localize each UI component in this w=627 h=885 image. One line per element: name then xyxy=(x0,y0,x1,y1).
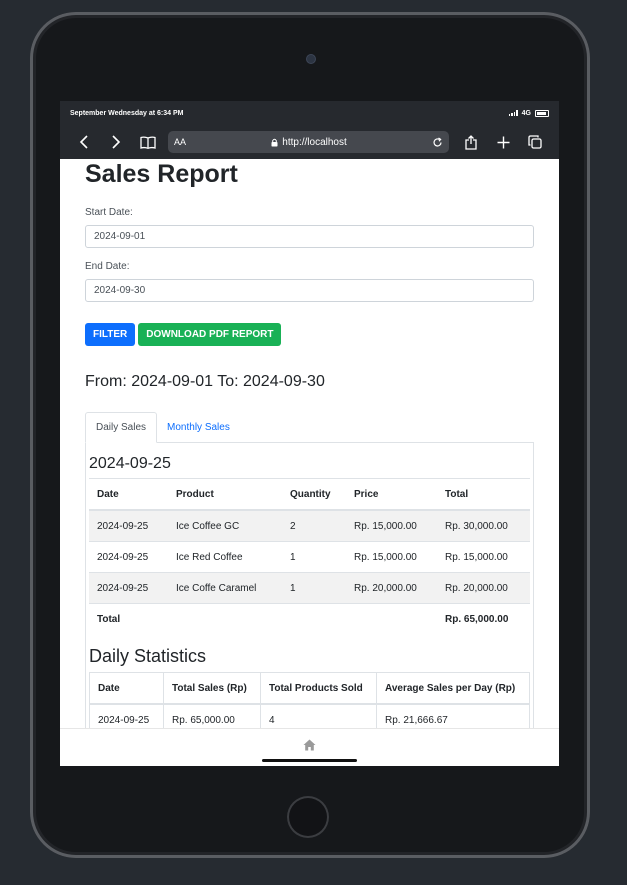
day-date-heading: 2024-09-25 xyxy=(89,455,171,472)
col-header-quantity: Quantity xyxy=(282,478,346,511)
daily-sales-table: Date Product Quantity Price Total 2024-0… xyxy=(89,478,530,634)
cell-quantity: 1 xyxy=(282,541,346,573)
address-bar[interactable]: AA http://localhost xyxy=(168,131,449,153)
signal-icon xyxy=(508,110,518,116)
home-button[interactable] xyxy=(287,796,329,838)
table-row: 2024-09-25 Rp. 65,000.00 4 Rp. 21,666.67 xyxy=(89,703,530,728)
forward-icon[interactable] xyxy=(100,129,132,155)
cell-product: Ice Coffe Caramel xyxy=(168,572,282,604)
tab-monthly-sales[interactable]: Monthly Sales xyxy=(157,412,240,442)
cell-total: Rp. 30,000.00 xyxy=(437,509,530,542)
battery-icon xyxy=(535,109,549,117)
home-icon[interactable] xyxy=(303,739,316,754)
lock-icon xyxy=(271,138,278,146)
col-header-product: Product xyxy=(168,478,282,511)
end-date-input[interactable]: 2024-09-30 xyxy=(85,279,534,302)
cell-quantity: 2 xyxy=(282,509,346,542)
stats-header-average: Average Sales per Day (Rp) xyxy=(376,672,530,705)
col-header-total: Total xyxy=(437,478,530,511)
status-time: September Wednesday at 6:34 PM xyxy=(70,109,184,117)
daily-sales-panel: 2024-09-25 Date Product Quantity Price T… xyxy=(85,443,534,728)
browser-toolbar: AA http://localhost xyxy=(60,125,559,159)
cell-date: 2024-09-25 xyxy=(89,572,168,604)
report-tabs: Daily Sales Monthly Sales xyxy=(85,412,534,443)
cell-product: Ice Red Coffee xyxy=(168,541,282,573)
book-icon[interactable] xyxy=(132,129,164,155)
plus-icon[interactable] xyxy=(487,129,519,155)
filter-button[interactable]: Filter xyxy=(85,323,136,346)
cell-total-sales: Rp. 65,000.00 xyxy=(163,703,261,728)
daily-statistics-heading: Daily Statistics xyxy=(89,646,207,666)
cell-price: Rp. 15,000.00 xyxy=(346,509,437,542)
back-icon[interactable] xyxy=(68,129,100,155)
stats-header-products-sold: Total Products Sold xyxy=(260,672,377,705)
total-row: Total Rp. 65,000.00 xyxy=(89,603,530,634)
share-icon[interactable] xyxy=(455,129,487,155)
stats-header-date: Date xyxy=(89,672,164,705)
cell-average: Rp. 21,666.67 xyxy=(376,703,530,728)
total-label: Total xyxy=(89,603,168,634)
table-row: 2024-09-25 Ice Coffe Caramel 1 Rp. 20,00… xyxy=(89,572,530,604)
total-value: Rp. 65,000.00 xyxy=(437,603,530,634)
page-title: Sales Report xyxy=(85,160,238,188)
browser-bottom-bar xyxy=(60,728,559,766)
cell-quantity: 1 xyxy=(282,572,346,604)
start-date-input[interactable]: 2024-09-01 xyxy=(85,225,534,248)
table-row: 2024-09-25 Ice Coffee GC 2 Rp. 15,000.00… xyxy=(89,509,530,542)
cell-price: Rp. 20,000.00 xyxy=(346,572,437,604)
screen: September Wednesday at 6:34 PM 4G AA htt… xyxy=(60,101,559,766)
cell-date: 2024-09-25 xyxy=(89,509,168,542)
cell-total: Rp. 15,000.00 xyxy=(437,541,530,573)
date-range-heading: From: 2024-09-01 To: 2024-09-30 xyxy=(85,373,325,390)
end-date-label: End Date: xyxy=(85,261,130,272)
network-label: 4G xyxy=(521,109,531,117)
web-content[interactable]: Sales Report Start Date: 2024-09-01 End … xyxy=(60,159,559,728)
col-header-date: Date xyxy=(89,478,168,511)
cell-date: 2024-09-25 xyxy=(89,703,164,728)
home-indicator[interactable] xyxy=(262,759,357,762)
cell-price: Rp. 15,000.00 xyxy=(346,541,437,573)
status-bar: September Wednesday at 6:34 PM 4G xyxy=(60,101,559,125)
start-date-label: Start Date: xyxy=(85,207,133,218)
table-row: 2024-09-25 Ice Red Coffee 1 Rp. 15,000.0… xyxy=(89,541,530,573)
cell-products-sold: 4 xyxy=(260,703,377,728)
daily-statistics-table: Date Total Sales (Rp) Total Products Sol… xyxy=(89,672,530,728)
camera-icon xyxy=(306,54,316,64)
cell-product: Ice Coffee GC xyxy=(168,509,282,542)
text-size-button[interactable]: AA xyxy=(174,137,186,147)
col-header-price: Price xyxy=(346,478,437,511)
stats-header-total-sales: Total Sales (Rp) xyxy=(163,672,261,705)
cell-total: Rp. 20,000.00 xyxy=(437,572,530,604)
cell-date: 2024-09-25 xyxy=(89,541,168,573)
tabs-icon[interactable] xyxy=(519,129,551,155)
reload-icon[interactable] xyxy=(432,137,443,148)
download-pdf-button[interactable]: Download PDF Report xyxy=(138,323,282,346)
tab-daily-sales[interactable]: Daily Sales xyxy=(85,412,158,443)
url-text: http://localhost xyxy=(282,136,347,148)
